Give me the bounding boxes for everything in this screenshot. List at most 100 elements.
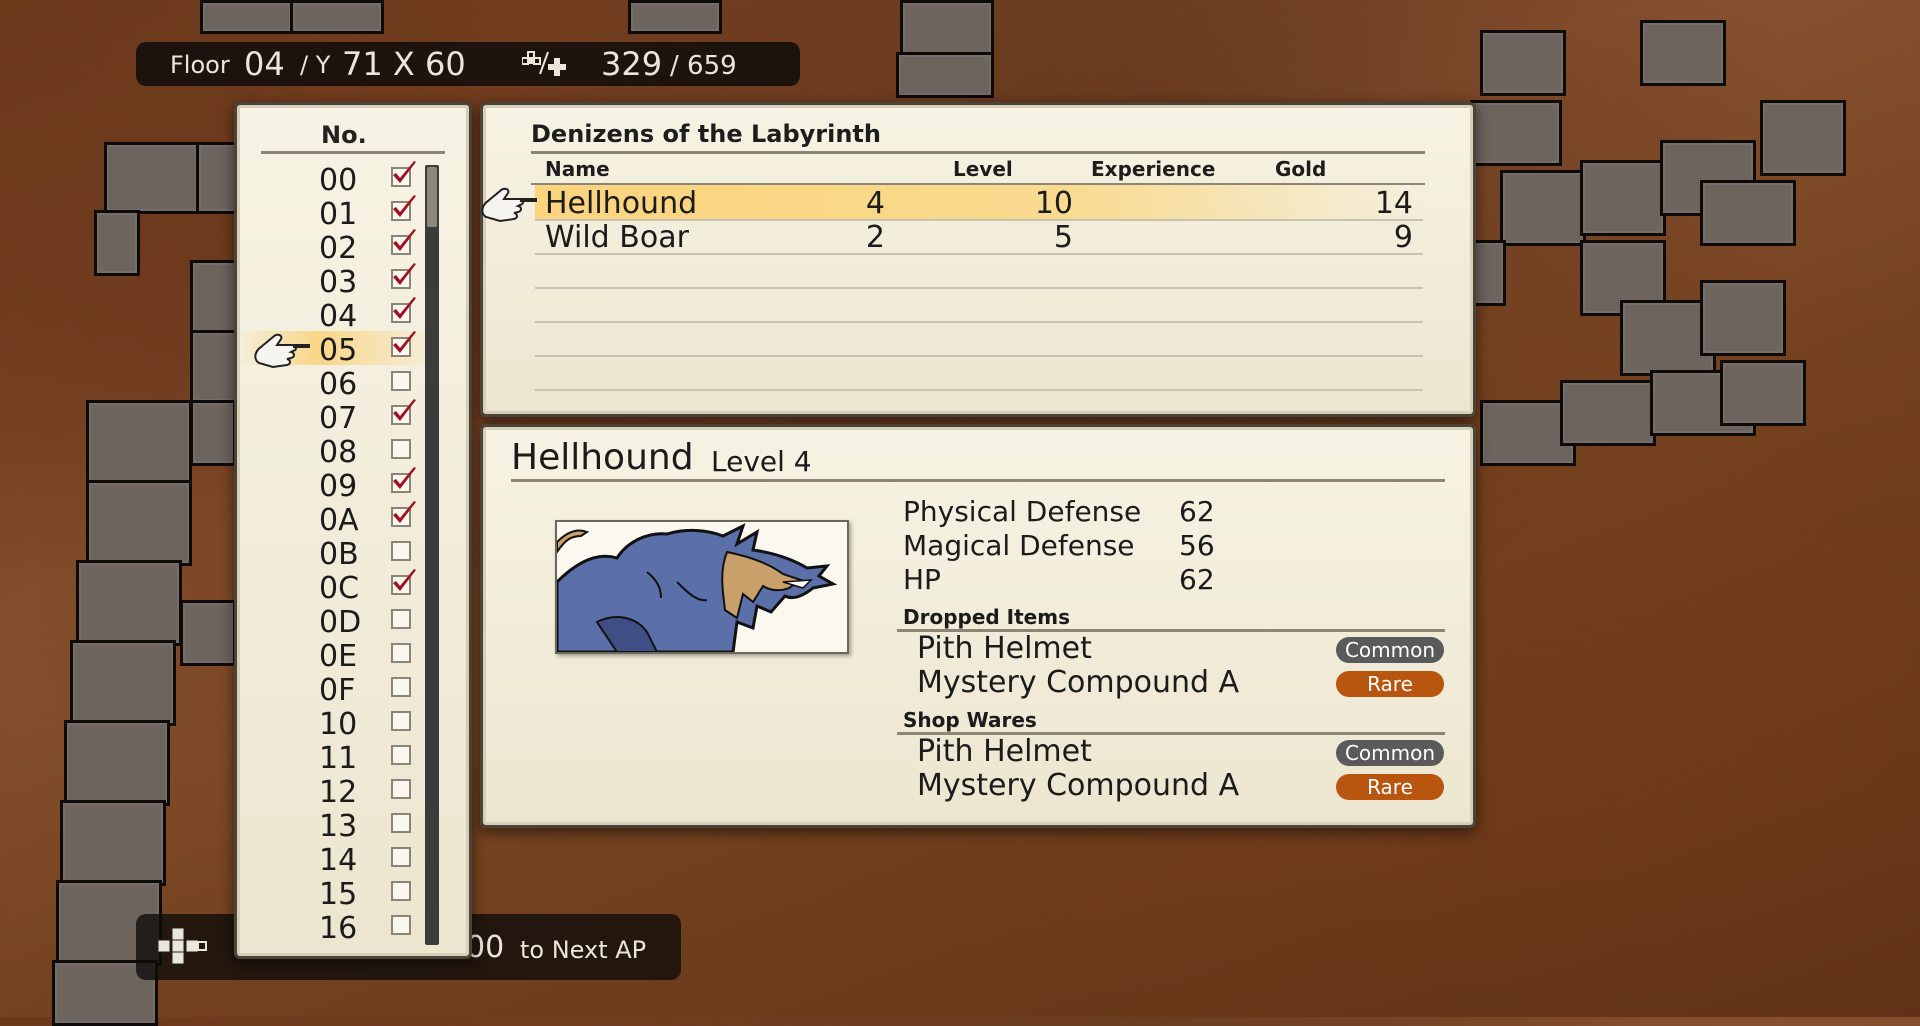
checked-checkbox-icon <box>391 263 416 289</box>
floor-number: 10 <box>319 707 358 742</box>
unchecked-checkbox-icon <box>391 847 411 867</box>
floor-list-header: No. <box>321 121 367 149</box>
floor-item-02[interactable]: 02 <box>237 229 437 266</box>
checked-checkbox-icon <box>391 331 416 357</box>
checked-checkbox-icon <box>391 399 416 425</box>
column-header-name: Name <box>545 157 610 181</box>
floor-number: 0F <box>319 673 356 708</box>
floor-number: 09 <box>319 469 358 504</box>
denizen-row[interactable]: Hellhound 4 10 14 <box>535 185 1423 221</box>
map-tile <box>1470 100 1562 166</box>
checked-checkbox-icon <box>391 569 416 595</box>
map-tile <box>1760 100 1846 176</box>
checked-checkbox-icon <box>391 501 416 527</box>
floor-item-0D[interactable]: 0D <box>237 603 437 640</box>
floor-item-13[interactable]: 13 <box>237 807 437 844</box>
unchecked-checkbox-icon <box>391 609 411 629</box>
checked-checkbox-icon <box>391 161 416 187</box>
item-name[interactable]: Pith Helmet <box>917 631 1092 666</box>
floor-number: 00 <box>319 163 358 198</box>
map-tile <box>1580 160 1666 236</box>
denizen-name: Wild Boar <box>545 220 689 255</box>
floor-item-16[interactable]: 16 <box>237 909 437 946</box>
pointing-hand-icon <box>481 187 537 223</box>
floor-number: 0E <box>319 639 358 674</box>
floor-number: 04 <box>319 299 358 334</box>
scrollbar-thumb[interactable] <box>427 167 437 227</box>
floor-item-10[interactable]: 10 <box>237 705 437 742</box>
floor-item-06[interactable]: 06 <box>237 365 437 402</box>
floor-item-0B[interactable]: 0B <box>237 535 437 572</box>
unchecked-checkbox-icon <box>391 439 411 459</box>
denizen-experience: 5 <box>1053 220 1073 255</box>
floor-item-14[interactable]: 14 <box>237 841 437 878</box>
pointing-hand-icon <box>254 333 310 369</box>
dropped-items-header: Dropped Items <box>903 605 1070 629</box>
item-name[interactable]: Pith Helmet <box>917 734 1092 769</box>
floor-item-01[interactable]: 01 <box>237 195 437 232</box>
unchecked-checkbox-icon <box>391 813 411 833</box>
floor-number: 05 <box>319 333 358 368</box>
floor-number: 12 <box>319 775 358 810</box>
floor-item-15[interactable]: 15 <box>237 875 437 912</box>
unchecked-checkbox-icon <box>391 371 411 391</box>
map-tile <box>1640 20 1726 86</box>
floor-item-08[interactable]: 08 <box>237 433 437 470</box>
divider <box>531 151 1425 154</box>
steps-max: / 659 <box>670 51 737 81</box>
map-tile <box>1700 180 1796 246</box>
dpad-icon <box>157 927 207 965</box>
floor-item-0C[interactable]: 0C <box>237 569 437 606</box>
column-header-level: Level <box>953 157 1013 181</box>
stat-value: 62 <box>1179 563 1215 596</box>
rarity-badge: Common <box>1336 740 1444 766</box>
floor-item-0F[interactable]: 0F <box>237 671 437 708</box>
floor-number: 01 <box>319 197 358 232</box>
floor-list-panel: No. 00 01 02 03 04 05 06 07 08 09 0A 0B 0C 0D 0E 0F 10 11… <box>234 102 472 959</box>
denizen-experience: 10 <box>1034 186 1073 221</box>
map-tile <box>190 400 236 466</box>
floor-item-0A[interactable]: 0A <box>237 501 437 538</box>
denizen-name: Hellhound <box>545 186 698 221</box>
denizen-level: 4 <box>865 186 885 221</box>
denizen-row[interactable]: Wild Boar 2 5 9 <box>535 219 1423 255</box>
floor-item-12[interactable]: 12 <box>237 773 437 810</box>
floor-item-07[interactable]: 07 <box>237 399 437 436</box>
empty-row <box>535 287 1423 289</box>
map-tile <box>1500 170 1586 246</box>
floor-number: 03 <box>319 265 358 300</box>
map-tile <box>1720 360 1806 426</box>
floor-item-04[interactable]: 04 <box>237 297 437 334</box>
floor-label: Floor <box>170 51 230 79</box>
map-tile <box>76 560 182 646</box>
checked-checkbox-icon <box>391 195 416 221</box>
map-tile <box>628 0 722 34</box>
unchecked-checkbox-icon <box>391 779 411 799</box>
stat-value: 62 <box>1179 495 1215 528</box>
unchecked-checkbox-icon <box>391 915 411 935</box>
denizen-level: 2 <box>865 220 885 255</box>
monster-portrait <box>555 520 849 654</box>
floor-item-00[interactable]: 00 <box>237 161 437 198</box>
coordinates: 71 X 60 <box>342 45 466 83</box>
denizen-gold: 14 <box>1374 186 1413 221</box>
denizen-gold: 9 <box>1393 220 1413 255</box>
ap-label: to Next AP <box>520 936 647 964</box>
floor-item-11[interactable]: 11 <box>237 739 437 776</box>
y-label: / Y <box>300 51 331 79</box>
unchecked-checkbox-icon <box>391 881 411 901</box>
unchecked-checkbox-icon <box>391 711 411 731</box>
shop-wares-header: Shop Wares <box>903 708 1037 732</box>
floor-item-03[interactable]: 03 <box>237 263 437 300</box>
floor-item-0E[interactable]: 0E <box>237 637 437 674</box>
map-tile <box>180 600 236 666</box>
stat-label: HP <box>903 563 941 596</box>
rarity-badge: Rare <box>1336 774 1444 800</box>
map-tile <box>1700 280 1786 356</box>
scrollbar[interactable] <box>425 165 439 945</box>
item-name[interactable]: Mystery Compound A <box>917 665 1239 700</box>
floor-item-09[interactable]: 09 <box>237 467 437 504</box>
stat-label: Magical Defense <box>903 529 1135 562</box>
item-name[interactable]: Mystery Compound A <box>917 768 1239 803</box>
map-tile <box>104 142 200 214</box>
